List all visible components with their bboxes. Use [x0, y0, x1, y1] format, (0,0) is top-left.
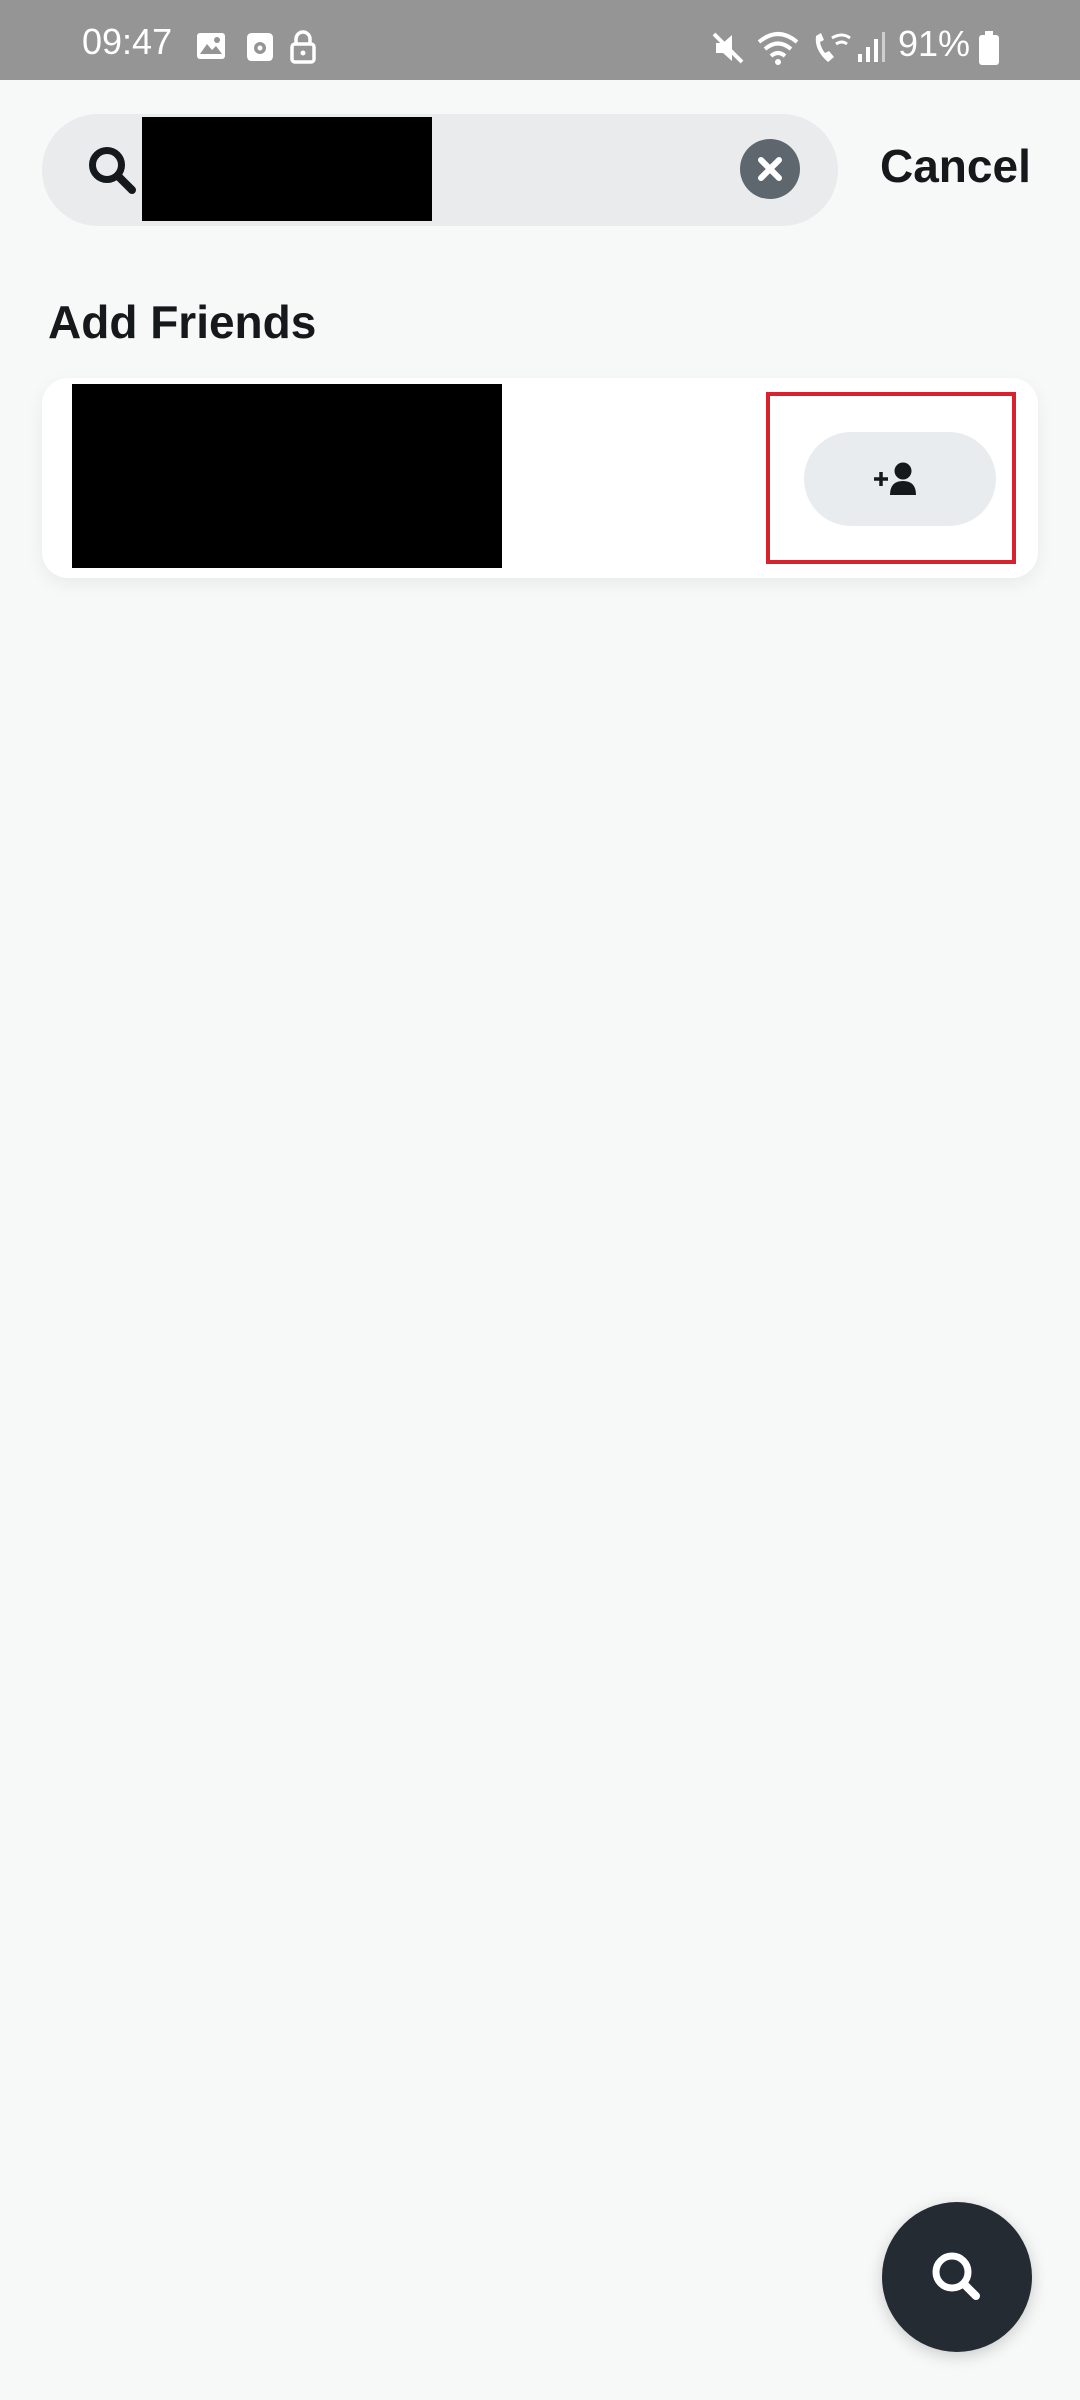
- search-icon: [89, 147, 136, 194]
- clear-search-button[interactable]: [740, 139, 800, 199]
- result-name-redacted: [72, 384, 502, 568]
- cancel-button[interactable]: Cancel: [880, 138, 1031, 194]
- search-icon: [932, 2252, 980, 2300]
- status-bar: 09:47 91%: [0, 0, 1080, 80]
- sd-card-icon: [247, 33, 273, 61]
- gallery-icon: [197, 33, 225, 59]
- fab-search-button[interactable]: [882, 2202, 1032, 2352]
- wifi-call-icon: [815, 33, 851, 62]
- battery-icon: [979, 31, 999, 65]
- signal-icon: [858, 32, 885, 62]
- add-friend-button[interactable]: [804, 432, 996, 526]
- mute-icon: [712, 32, 744, 64]
- list-item[interactable]: [42, 378, 1038, 578]
- section-title: Add Friends: [48, 296, 317, 348]
- wifi-icon: [757, 32, 799, 65]
- add-friend-icon: [874, 462, 916, 495]
- close-icon: [758, 157, 782, 181]
- status-time: 09:47: [82, 21, 173, 62]
- search-query-redacted: [142, 117, 432, 221]
- lock-icon: [290, 30, 316, 64]
- battery-percent: 91%: [898, 23, 971, 64]
